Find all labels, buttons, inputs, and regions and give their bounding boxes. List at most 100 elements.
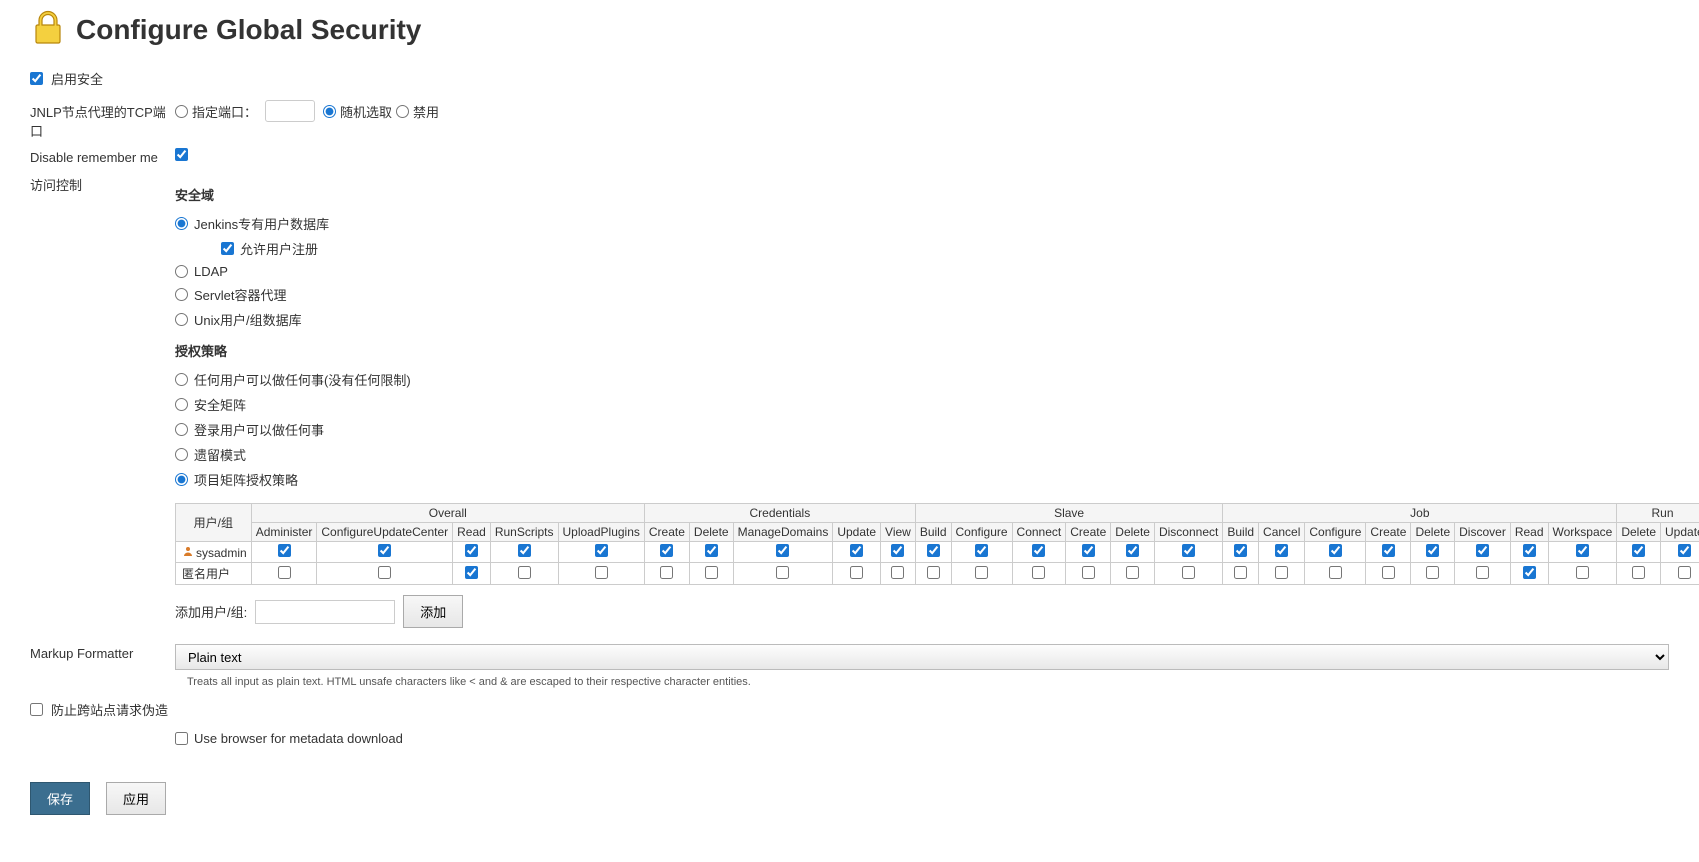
matrix-permission-checkbox[interactable] xyxy=(705,544,718,557)
csrf-checkbox[interactable] xyxy=(30,703,43,716)
matrix-col-header: Create xyxy=(644,523,689,542)
matrix-permission-checkbox[interactable] xyxy=(1382,566,1395,579)
user-icon xyxy=(182,545,194,557)
save-button[interactable]: 保存 xyxy=(30,782,90,815)
allow-signup-checkbox[interactable] xyxy=(221,242,234,255)
matrix-permission-checkbox[interactable] xyxy=(891,544,904,557)
jnlp-disable-label: 禁用 xyxy=(413,102,439,121)
jnlp-port-input[interactable] xyxy=(265,100,315,122)
matrix-col-header: Cancel xyxy=(1259,523,1305,542)
matrix-permission-checkbox[interactable] xyxy=(1275,544,1288,557)
matrix-permission-checkbox[interactable] xyxy=(927,544,940,557)
matrix-permission-checkbox[interactable] xyxy=(891,566,904,579)
matrix-col-header: Build xyxy=(1223,523,1259,542)
authz-legacy-radio[interactable] xyxy=(175,448,188,461)
matrix-permission-checkbox[interactable] xyxy=(1182,544,1195,557)
realm-unix-radio[interactable] xyxy=(175,313,188,326)
matrix-permission-checkbox[interactable] xyxy=(1632,566,1645,579)
matrix-permission-checkbox[interactable] xyxy=(278,566,291,579)
matrix-permission-checkbox[interactable] xyxy=(1426,544,1439,557)
matrix-permission-checkbox[interactable] xyxy=(1576,566,1589,579)
jnlp-random-radio[interactable] xyxy=(323,105,336,118)
matrix-permission-checkbox[interactable] xyxy=(1032,544,1045,557)
matrix-permission-checkbox[interactable] xyxy=(1576,544,1589,557)
disable-remember-checkbox[interactable] xyxy=(175,148,188,161)
matrix-permission-checkbox[interactable] xyxy=(850,544,863,557)
matrix-permission-checkbox[interactable] xyxy=(465,566,478,579)
matrix-permission-checkbox[interactable] xyxy=(975,544,988,557)
matrix-permission-checkbox[interactable] xyxy=(518,566,531,579)
jnlp-disable-radio[interactable] xyxy=(396,105,409,118)
matrix-permission-checkbox[interactable] xyxy=(705,566,718,579)
matrix-permission-checkbox[interactable] xyxy=(1476,544,1489,557)
matrix-permission-checkbox[interactable] xyxy=(1523,544,1536,557)
matrix-permission-checkbox[interactable] xyxy=(1426,566,1439,579)
matrix-col-header: Create xyxy=(1366,523,1411,542)
realm-servlet-radio[interactable] xyxy=(175,288,188,301)
matrix-permission-checkbox[interactable] xyxy=(1082,566,1095,579)
apply-button[interactable]: 应用 xyxy=(106,782,166,815)
authz-project-matrix-radio[interactable] xyxy=(175,473,188,486)
realm-ldap-radio[interactable] xyxy=(175,265,188,278)
authz-logged-radio[interactable] xyxy=(175,423,188,436)
markup-formatter-select[interactable]: Plain text xyxy=(175,644,1669,670)
authz-legacy-label: 遗留模式 xyxy=(194,445,246,464)
matrix-permission-checkbox[interactable] xyxy=(850,566,863,579)
matrix-permission-checkbox[interactable] xyxy=(1082,544,1095,557)
realm-servlet-label: Servlet容器代理 xyxy=(194,285,286,304)
matrix-permission-checkbox[interactable] xyxy=(1329,566,1342,579)
realm-jenkins-label: Jenkins专有用户数据库 xyxy=(194,214,329,233)
matrix-permission-checkbox[interactable] xyxy=(776,566,789,579)
matrix-permission-checkbox[interactable] xyxy=(1632,544,1645,557)
matrix-permission-checkbox[interactable] xyxy=(595,544,608,557)
matrix-permission-checkbox[interactable] xyxy=(518,544,531,557)
authz-matrix-radio[interactable] xyxy=(175,398,188,411)
matrix-col-header: Disconnect xyxy=(1154,523,1222,542)
jnlp-label: JNLP节点代理的TCP端口 xyxy=(30,100,175,140)
matrix-permission-checkbox[interactable] xyxy=(278,544,291,557)
matrix-permission-checkbox[interactable] xyxy=(660,566,673,579)
matrix-permission-checkbox[interactable] xyxy=(1476,566,1489,579)
matrix-permission-checkbox[interactable] xyxy=(1032,566,1045,579)
browser-metadata-checkbox[interactable] xyxy=(175,732,188,745)
matrix-group-header: Slave xyxy=(915,504,1223,523)
matrix-permission-checkbox[interactable] xyxy=(378,544,391,557)
security-realm-heading: 安全域 xyxy=(175,185,1699,204)
add-user-input[interactable] xyxy=(255,600,395,624)
add-user-label: 添加用户/组: xyxy=(175,602,247,621)
add-user-button[interactable]: 添加 xyxy=(403,595,463,628)
authz-anyone-label: 任何用户可以做任何事(没有任何限制) xyxy=(194,370,411,389)
jnlp-fixed-radio[interactable] xyxy=(175,105,188,118)
permission-matrix: 用户/组OverallCredentialsSlaveJobRunAdminis… xyxy=(175,495,1699,585)
matrix-permission-checkbox[interactable] xyxy=(927,566,940,579)
matrix-permission-checkbox[interactable] xyxy=(378,566,391,579)
matrix-permission-checkbox[interactable] xyxy=(1678,544,1691,557)
matrix-permission-checkbox[interactable] xyxy=(1234,544,1247,557)
matrix-permission-checkbox[interactable] xyxy=(1182,566,1195,579)
matrix-permission-checkbox[interactable] xyxy=(1126,544,1139,557)
realm-jenkins-radio[interactable] xyxy=(175,217,188,230)
authz-anyone-radio[interactable] xyxy=(175,373,188,386)
matrix-permission-checkbox[interactable] xyxy=(1329,544,1342,557)
matrix-permission-checkbox[interactable] xyxy=(1234,566,1247,579)
matrix-permission-checkbox[interactable] xyxy=(975,566,988,579)
matrix-permission-checkbox[interactable] xyxy=(1678,566,1691,579)
matrix-permission-checkbox[interactable] xyxy=(595,566,608,579)
table-row: 匿名用户 xyxy=(176,563,1699,585)
matrix-permission-checkbox[interactable] xyxy=(776,544,789,557)
matrix-permission-checkbox[interactable] xyxy=(1523,566,1536,579)
matrix-permission-checkbox[interactable] xyxy=(1382,544,1395,557)
markup-formatter-help: Treats all input as plain text. HTML uns… xyxy=(187,676,1669,688)
markup-formatter-label: Markup Formatter xyxy=(30,644,175,661)
matrix-permission-checkbox[interactable] xyxy=(465,544,478,557)
enable-security-checkbox[interactable] xyxy=(30,72,43,85)
matrix-col-header: Build xyxy=(915,523,951,542)
disable-remember-label: Disable remember me xyxy=(30,148,175,165)
matrix-permission-checkbox[interactable] xyxy=(660,544,673,557)
matrix-col-header: Administer xyxy=(251,523,317,542)
matrix-permission-checkbox[interactable] xyxy=(1126,566,1139,579)
matrix-permission-checkbox[interactable] xyxy=(1275,566,1288,579)
access-control-label: 访问控制 xyxy=(30,173,175,194)
matrix-col-header: Create xyxy=(1066,523,1111,542)
matrix-col-header: Workspace xyxy=(1548,523,1617,542)
